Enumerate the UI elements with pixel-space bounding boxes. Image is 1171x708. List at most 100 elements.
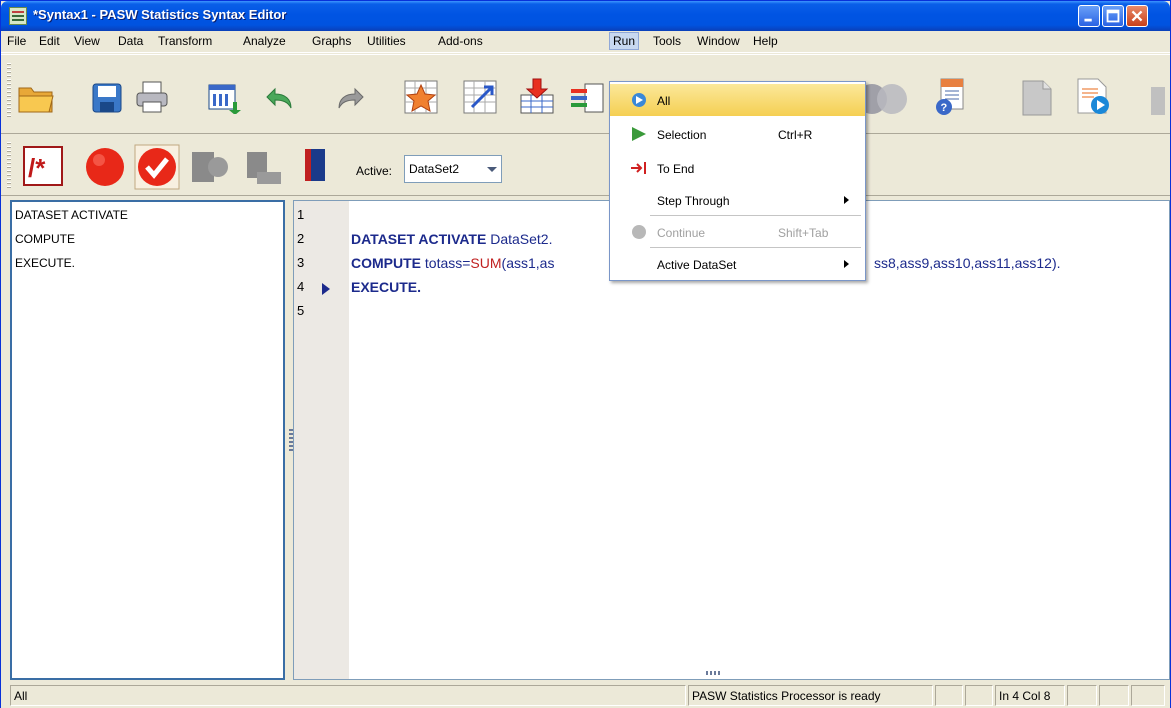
dialog-recall-icon[interactable] (207, 82, 243, 114)
menu-graphs[interactable]: Graphs (312, 34, 351, 48)
menu-item-label: Continue (657, 226, 706, 240)
active-dataset-value: DataSet2 (409, 162, 460, 176)
nav-item-dataset-activate[interactable]: DATASET ACTIVATE (15, 208, 128, 222)
code-line-3[interactable]: COMPUTE totass=SUM(ass1,as (351, 255, 554, 271)
maximize-button[interactable] (1102, 5, 1124, 27)
status-cell-empty (1131, 685, 1165, 706)
line-number: 1 (297, 207, 305, 222)
menu-tools[interactable]: Tools (653, 34, 681, 48)
menu-utilities[interactable]: Utilities (367, 34, 406, 48)
run-all-item[interactable]: All (610, 84, 865, 116)
svg-text:/*: /* (28, 153, 46, 183)
code-text: DataSet2. (486, 231, 553, 247)
run-selection-item[interactable]: Selection Ctrl+R (610, 118, 865, 150)
redo-icon[interactable] (337, 87, 367, 111)
maximize-icon (1106, 9, 1120, 23)
keyword: COMPUTE (351, 255, 421, 271)
breakpoint-icon[interactable] (84, 146, 126, 188)
menu-item-label: Step Through (657, 194, 730, 208)
menu-file[interactable]: File (7, 34, 26, 48)
menu-item-shortcut: Ctrl+R (778, 128, 813, 142)
svg-text:?: ? (941, 102, 948, 114)
current-line-arrow-icon (322, 283, 330, 295)
menu-addons[interactable]: Add-ons (438, 34, 483, 48)
menu-edit[interactable]: Edit (39, 34, 60, 48)
toolbar-grip[interactable] (7, 142, 11, 188)
line-number: 3 (297, 255, 305, 270)
code-text: (ass1,as (501, 255, 555, 271)
step-through-item[interactable]: Step Through (610, 184, 865, 216)
continue-icon (632, 225, 646, 239)
open-folder-icon[interactable] (17, 82, 55, 114)
line-number: 5 (297, 303, 305, 318)
submenu-arrow-icon (844, 196, 849, 204)
menu-item-label: All (657, 94, 671, 108)
code-line-2[interactable]: DATASET ACTIVATE DataSet2. (351, 231, 552, 247)
menu-item-shortcut: Shift+Tab (778, 226, 829, 240)
status-bar: All PASW Statistics Processor is ready I… (1, 682, 1170, 708)
cursor-position: In 4 Col 8 (995, 685, 1065, 706)
help-document-icon[interactable]: ? (933, 77, 969, 117)
comment-toggle-icon[interactable]: /* (22, 145, 64, 187)
status-cell-empty (935, 685, 963, 706)
syntax-toolbar: /* Active: DataSet2 (1, 134, 1170, 196)
insert-cases-icon[interactable] (517, 77, 557, 117)
goto-case-icon[interactable] (403, 79, 439, 115)
toolbar-grip[interactable] (7, 63, 11, 117)
save-icon[interactable] (91, 82, 123, 114)
command-navigator[interactable]: DATASET ACTIVATE COMPUTE EXECUTE. (10, 200, 285, 680)
nav-item-execute[interactable]: EXECUTE. (15, 256, 75, 270)
step-to-end-icon[interactable] (245, 148, 285, 188)
close-icon (1131, 10, 1143, 22)
chevron-down-icon (487, 167, 497, 172)
menu-window[interactable]: Window (697, 34, 740, 48)
code-line-3-tail[interactable]: ss8,ass9,ass10,ass11,ass12). (874, 255, 1061, 271)
run-to-end-item[interactable]: To End (610, 152, 865, 184)
code-text: totass= (421, 255, 471, 271)
code-line-4[interactable]: EXECUTE. (351, 279, 421, 295)
active-dataset-dropdown[interactable]: DataSet2 (404, 155, 502, 183)
print-icon[interactable] (135, 80, 169, 114)
active-dataset-label: Active: (356, 164, 393, 178)
close-button[interactable] (1126, 5, 1148, 27)
step-through-icon[interactable] (190, 148, 230, 186)
function-name: SUM (470, 255, 502, 271)
horizontal-splitter-grip[interactable] (706, 671, 722, 675)
menu-help[interactable]: Help (753, 34, 778, 48)
run-all-icon (632, 93, 646, 107)
syntax-help-icon[interactable] (1017, 79, 1057, 117)
line-number-gutter[interactable]: 1 2 3 4 5 (294, 201, 349, 679)
minimize-button[interactable] (1078, 5, 1100, 27)
toolbar-overflow[interactable] (1151, 87, 1165, 115)
keyword: EXECUTE. (351, 279, 422, 295)
status-message: All (10, 685, 686, 706)
syntax-app-icon (9, 7, 27, 25)
menu-item-label: Selection (657, 128, 707, 142)
undo-icon[interactable] (263, 87, 293, 111)
menu-view[interactable]: View (74, 34, 100, 48)
active-dataset-item[interactable]: Active DataSet (610, 248, 865, 280)
line-number: 2 (297, 231, 305, 246)
keyword: DATASET ACTIVATE (351, 231, 487, 247)
minimize-icon (1084, 18, 1092, 22)
menu-transform[interactable]: Transform (158, 34, 212, 48)
menu-item-label: To End (657, 162, 695, 176)
insert-variable-icon[interactable] (569, 82, 605, 114)
continue-item[interactable]: Continue Shift+Tab (610, 216, 865, 248)
title-bar[interactable]: *Syntax1 - PASW Statistics Syntax Editor (1, 1, 1170, 31)
processor-status: PASW Statistics Processor is ready (688, 685, 933, 706)
syntax-editor-window: *Syntax1 - PASW Statistics Syntax Editor… (0, 0, 1171, 708)
menu-data[interactable]: Data (118, 34, 143, 48)
bookmark-icon[interactable] (301, 147, 329, 183)
play-icon (632, 127, 646, 141)
nav-item-compute[interactable]: COMPUTE (15, 232, 75, 246)
submenu-arrow-icon (844, 260, 849, 268)
status-cell-empty (965, 685, 993, 706)
run-script-icon[interactable] (1072, 77, 1112, 117)
menu-analyze[interactable]: Analyze (243, 34, 286, 48)
menu-run[interactable]: Run (609, 32, 640, 50)
goto-variable-icon[interactable] (462, 79, 498, 115)
main-toolbar: ? (1, 54, 1170, 134)
validate-check-icon[interactable] (134, 144, 180, 190)
menu-item-label: Active DataSet (657, 258, 737, 272)
